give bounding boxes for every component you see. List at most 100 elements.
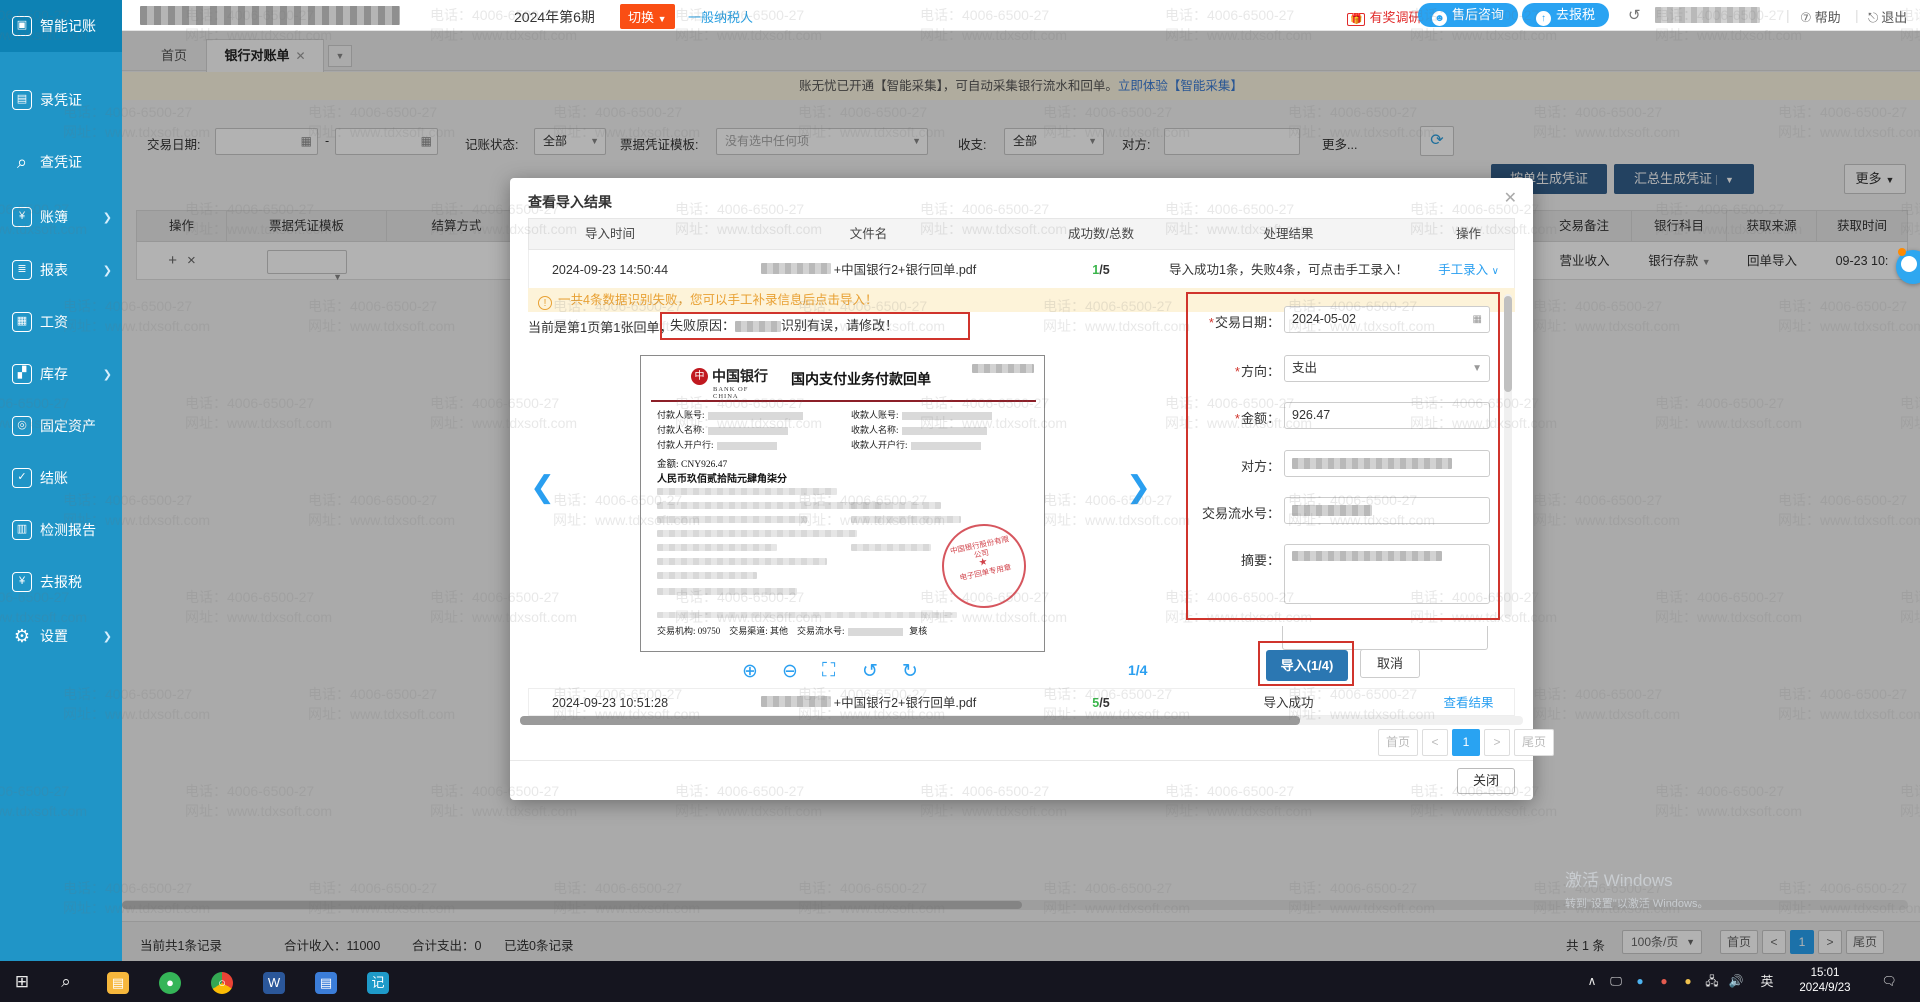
sidebar-item-label: 账簿 (40, 207, 68, 227)
transaction-date-input[interactable]: 2024-05-02▦ (1284, 306, 1490, 333)
undo-icon[interactable]: ↺ (1628, 6, 1641, 24)
sidebar-item-label: 检测报告 (40, 520, 96, 540)
receipt-redacted-row (657, 558, 827, 565)
party-input[interactable] (1284, 450, 1490, 477)
next-receipt-chevron[interactable]: ❯ (1126, 470, 1151, 505)
direction-select[interactable]: 支出▼ (1284, 355, 1490, 382)
go-tax-button[interactable]: ↑去报税 (1522, 3, 1609, 27)
sidebar-item-detect-report[interactable]: ▥ 检测报告 (0, 506, 122, 554)
browser-360-icon[interactable]: ● (148, 961, 192, 1002)
sidebar-item-label: 工资 (40, 312, 68, 332)
zoom-out-icon[interactable]: ⊖ (782, 660, 798, 683)
activation-line1: 激活 Windows (1565, 866, 1709, 891)
scrollbar-thumb[interactable] (1504, 296, 1512, 392)
modal-next-page[interactable]: > (1484, 729, 1510, 756)
modal-prev-page[interactable]: < (1422, 729, 1448, 756)
tray-display-icon[interactable]: 🖵 (1604, 961, 1628, 1002)
fit-screen-icon[interactable]: ⛶ (822, 660, 835, 682)
receipt-redacted-row (657, 488, 837, 495)
taskbar: ⊞ ⌕ ▤ ● ○ W ▤ 记 ∧ 🖵 ● ● ● 🖧 🔊 英 15:01202… (0, 961, 1920, 1002)
receipt-corner-redacted (972, 364, 1034, 373)
modal-current-page[interactable]: 1 (1452, 729, 1480, 756)
taskbar-search-icon[interactable]: ⌕ (44, 961, 88, 1002)
tray-expand-icon[interactable]: ∧ (1580, 961, 1604, 1002)
prev-receipt-chevron[interactable]: ❮ (530, 470, 555, 505)
scrollbar-thumb[interactable] (520, 716, 1300, 725)
after-sales-button[interactable]: ☻售后咨询 (1418, 3, 1518, 27)
file-name-redacted (761, 696, 831, 707)
col-action: 操作 (1421, 219, 1516, 249)
form-vertical-scrollbar[interactable] (1504, 294, 1512, 618)
notification-center-icon[interactable]: 🗨 (1872, 961, 1906, 1002)
sidebar-item-label: 库存 (40, 364, 68, 384)
tray-volume-icon[interactable]: 🔊 (1724, 961, 1748, 1002)
rotate-left-icon[interactable]: ↺ (862, 660, 878, 683)
survey-link[interactable]: 🎁有奖调研 (1347, 7, 1421, 26)
detect-report-icon: ▥ (12, 520, 32, 540)
amount-input[interactable]: 926.47 (1284, 402, 1490, 429)
sidebar-item-gear[interactable]: ⚙设置❯ (0, 612, 122, 660)
tray-app3-icon[interactable]: ● (1676, 961, 1700, 1002)
wps-icon[interactable]: ▤ (304, 961, 348, 1002)
word-icon[interactable]: W (252, 961, 296, 1002)
tray-network-icon[interactable]: 🖧 (1700, 961, 1724, 1002)
cancel-button[interactable]: 取消 (1360, 649, 1420, 678)
top-header: 2024年第6期 切换 ▼ 一般纳税人 🎁有奖调研 ☻售后咨询 ↑去报税 ↺ |… (0, 0, 1920, 31)
modal-close-icon[interactable]: ✕ (1504, 188, 1517, 208)
modal-close-button[interactable]: 关闭 (1457, 768, 1515, 794)
closing-icon: ✓ (12, 468, 32, 488)
payer-no-label: 付款人账号: (657, 408, 803, 421)
taskbar-clock[interactable]: 15:012024/9/23 (1790, 966, 1860, 996)
modal-horizontal-scrollbar[interactable] (520, 716, 1523, 725)
info-circle-icon: ! (538, 296, 552, 310)
serial-input[interactable] (1284, 497, 1490, 524)
taxpayer-type-link[interactable]: 一般纳税人 (688, 7, 753, 26)
modal-last-page[interactable]: 尾页 (1514, 729, 1554, 756)
col-result: 处理结果 (1156, 219, 1421, 249)
file-name: +中国银行2+银行回单.pdf (691, 689, 1046, 717)
help-link[interactable]: ⑦帮助 (1800, 7, 1841, 26)
view-result-link[interactable]: 查看结果 (1421, 689, 1516, 717)
logout-link[interactable]: ⎋退出 (1868, 7, 1907, 26)
zoom-in-icon[interactable]: ⊕ (742, 660, 758, 683)
calendar-icon[interactable]: ▦ (1473, 307, 1482, 332)
sidebar-item-closing[interactable]: ✓结账 (0, 454, 122, 502)
switch-period-button[interactable]: 切换 ▼ (620, 4, 675, 29)
tray-app1-icon[interactable]: ● (1628, 961, 1652, 1002)
import-button[interactable]: 导入(1/4) (1266, 650, 1348, 681)
language-indicator[interactable]: 英 (1754, 961, 1780, 1002)
sidebar-item-fixed-asset[interactable]: ◎固定资产 (0, 402, 122, 450)
receipt-redacted-row (657, 530, 857, 537)
sidebar-item-label: 录凭证 (40, 90, 82, 110)
receipt-page-indicator: 1/4 (1128, 662, 1147, 678)
sidebar-item-salary[interactable]: ▦ 工资 (0, 298, 122, 346)
chrome-icon[interactable]: ○ (200, 961, 244, 1002)
rotate-right-icon[interactable]: ↻ (902, 660, 918, 683)
modal-first-page[interactable]: 首页 (1378, 729, 1418, 756)
sidebar-item-monitor[interactable]: ▣智能记账 (0, 0, 122, 52)
summary-textarea[interactable] (1284, 544, 1490, 604)
sidebar-item-tax[interactable]: ¥去报税 (0, 558, 122, 606)
fail-reason-suffix: 识别有误，请修改！ (781, 318, 898, 333)
sidebar-item-inventory[interactable]: ▞库存❯ (0, 350, 122, 398)
user-info-redacted (1655, 7, 1760, 23)
receipt-redacted-row (851, 502, 941, 509)
manual-entry-link[interactable]: 手工录入 ∨ (1421, 250, 1516, 290)
sidebar-item-report[interactable]: ≣报表❯ (0, 246, 122, 294)
import-row-2: 2024-09-23 10:51:28 +中国银行2+银行回单.pdf 5/5 … (528, 688, 1515, 716)
file-explorer-icon[interactable]: ▤ (96, 961, 140, 1002)
gear-icon: ⚙ (12, 626, 32, 646)
sidebar-item-label: 报表 (40, 260, 68, 280)
salary-icon: ▦ (12, 312, 32, 332)
accounting-period: 2024年第6期 (514, 7, 595, 27)
tax-icon: ¥ (12, 572, 32, 592)
tray-app2-icon[interactable]: ● (1652, 961, 1676, 1002)
manual-entry-form: *交易日期： 2024-05-02▦ *方向： 支出▼ *金额： 926.47 … (1186, 292, 1500, 620)
file-name-redacted (761, 263, 831, 274)
col-import-time: 导入时间 (529, 219, 691, 249)
sidebar-item-search[interactable]: ⌕查凭证 (0, 138, 122, 186)
sidebar-item-ledger[interactable]: ¥账簿❯ (0, 193, 122, 241)
accounting-app-icon[interactable]: 记 (356, 961, 400, 1002)
windows-start-button[interactable]: ⊞ (0, 961, 44, 1002)
sidebar-item-voucher-form[interactable]: ▤录凭证 (0, 76, 122, 124)
